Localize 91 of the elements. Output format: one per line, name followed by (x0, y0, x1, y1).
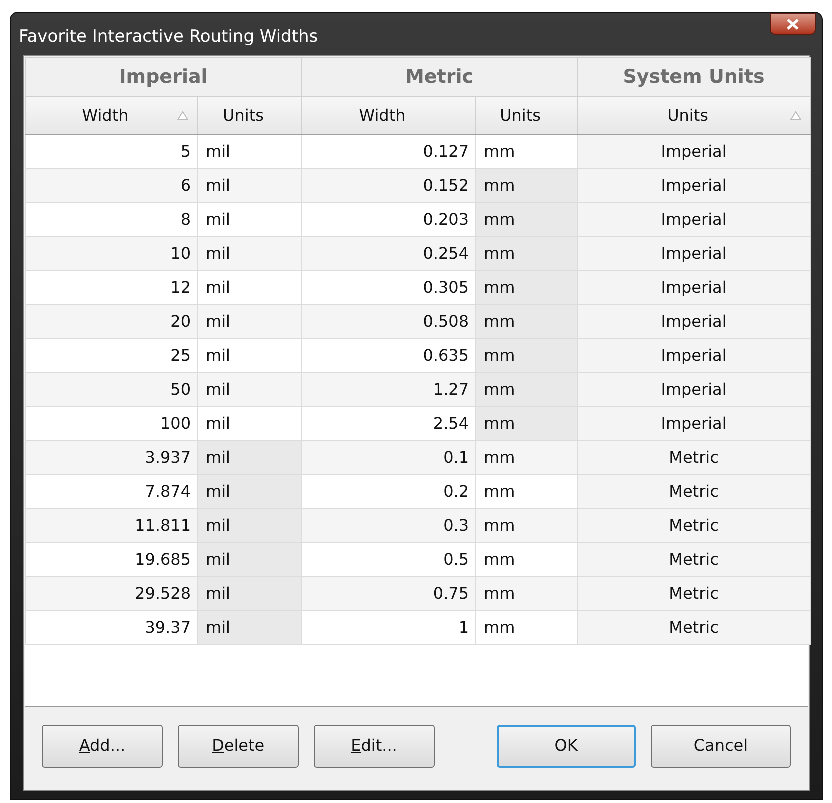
table-cell: 0.3 (302, 508, 476, 542)
table-cell: mil (198, 168, 302, 202)
table-cell: mm (476, 576, 578, 610)
table-cell: mil (198, 576, 302, 610)
column-header[interactable]: Units (578, 96, 811, 134)
table-cell: 0.254 (302, 236, 476, 270)
group-header: System Units (578, 58, 811, 96)
column-header[interactable]: Width (26, 96, 198, 134)
dialog-button[interactable]: Add... (42, 724, 163, 768)
table-cell: 6 (26, 168, 198, 202)
table-cell: 100 (26, 406, 198, 440)
table-cell: 29.528 (26, 576, 198, 610)
table-cell: mm (476, 372, 578, 406)
table-cell: mm (476, 474, 578, 508)
table-cell: Imperial (578, 270, 811, 304)
table-cell: mm (476, 542, 578, 576)
column-header[interactable]: Units (476, 96, 578, 134)
table-cell: mm (476, 134, 578, 168)
table-cell: 25 (26, 338, 198, 372)
table-cell: 1.27 (302, 372, 476, 406)
table-cell: 0.305 (302, 270, 476, 304)
group-header: Metric (302, 58, 578, 96)
table-cell: Imperial (578, 406, 811, 440)
table-cell: 3.937 (26, 440, 198, 474)
table-cell: Metric (578, 508, 811, 542)
table-cell: 0.75 (302, 576, 476, 610)
table-cell: mm (476, 338, 578, 372)
table-cell: Imperial (578, 236, 811, 270)
table-cell: mil (198, 202, 302, 236)
table-cell: mil (198, 406, 302, 440)
table-cell: Imperial (578, 372, 811, 406)
table-cell: mm (476, 202, 578, 236)
table-cell: mm (476, 270, 578, 304)
table-cell: Metric (578, 440, 811, 474)
table-cell: Metric (578, 576, 811, 610)
table-cell: 5 (26, 134, 198, 168)
window-title: Favorite Interactive Routing Widths (19, 26, 318, 49)
table-cell: 0.635 (302, 338, 476, 372)
table-cell: Imperial (578, 338, 811, 372)
table-cell: mm (476, 406, 578, 440)
table-cell: 0.508 (302, 304, 476, 338)
table-cell: 7.874 (26, 474, 198, 508)
table-cell: mil (198, 134, 302, 168)
table-cell: Imperial (578, 304, 811, 338)
table-cell: 0.5 (302, 542, 476, 576)
table-cell: 0.2 (302, 474, 476, 508)
table-cell: Imperial (578, 134, 811, 168)
table-cell: Metric (578, 542, 811, 576)
table-cell: mil (198, 304, 302, 338)
table-cell: Imperial (578, 202, 811, 236)
table-cell: 1 (302, 610, 476, 644)
table-cell: 0.127 (302, 134, 476, 168)
table-cell: 50 (26, 372, 198, 406)
table-cell: mm (476, 304, 578, 338)
dialog-button[interactable]: Delete (178, 724, 299, 768)
close-icon (787, 18, 799, 30)
table-cell: Imperial (578, 168, 811, 202)
dialog-button[interactable]: Cancel (650, 724, 791, 768)
group-header: Imperial (26, 58, 302, 96)
table-cell: mm (476, 236, 578, 270)
table-cell: mil (198, 440, 302, 474)
table-cell: mil (198, 270, 302, 304)
table-cell: mm (476, 610, 578, 644)
table-cell: 11.811 (26, 508, 198, 542)
table-cell: 0.203 (302, 202, 476, 236)
table-cell: mil (198, 372, 302, 406)
dialog-button[interactable]: Edit... (314, 724, 435, 768)
column-header[interactable]: Units (198, 96, 302, 134)
dialog-button[interactable]: OK (496, 724, 636, 768)
table-cell: 8 (26, 202, 198, 236)
table-cell: 12 (26, 270, 198, 304)
column-header[interactable]: Width (302, 96, 476, 134)
table-cell: mil (198, 542, 302, 576)
table-cell: mm (476, 168, 578, 202)
table-cell: mil (198, 508, 302, 542)
table-cell: Metric (578, 474, 811, 508)
table-cell: mil (198, 474, 302, 508)
table-cell: 0.1 (302, 440, 476, 474)
table-cell: 20 (26, 304, 198, 338)
table-cell: 39.37 (26, 610, 198, 644)
table-cell: mm (476, 508, 578, 542)
table-cell: Metric (578, 610, 811, 644)
table-cell: 2.54 (302, 406, 476, 440)
table-cell: 10 (26, 236, 198, 270)
table-cell: mil (198, 338, 302, 372)
table-cell: mil (198, 236, 302, 270)
table-cell: 19.685 (26, 542, 198, 576)
table-cell: 0.152 (302, 168, 476, 202)
table-cell: mm (476, 440, 578, 474)
close-button[interactable] (770, 13, 816, 35)
table-cell: mil (198, 610, 302, 644)
